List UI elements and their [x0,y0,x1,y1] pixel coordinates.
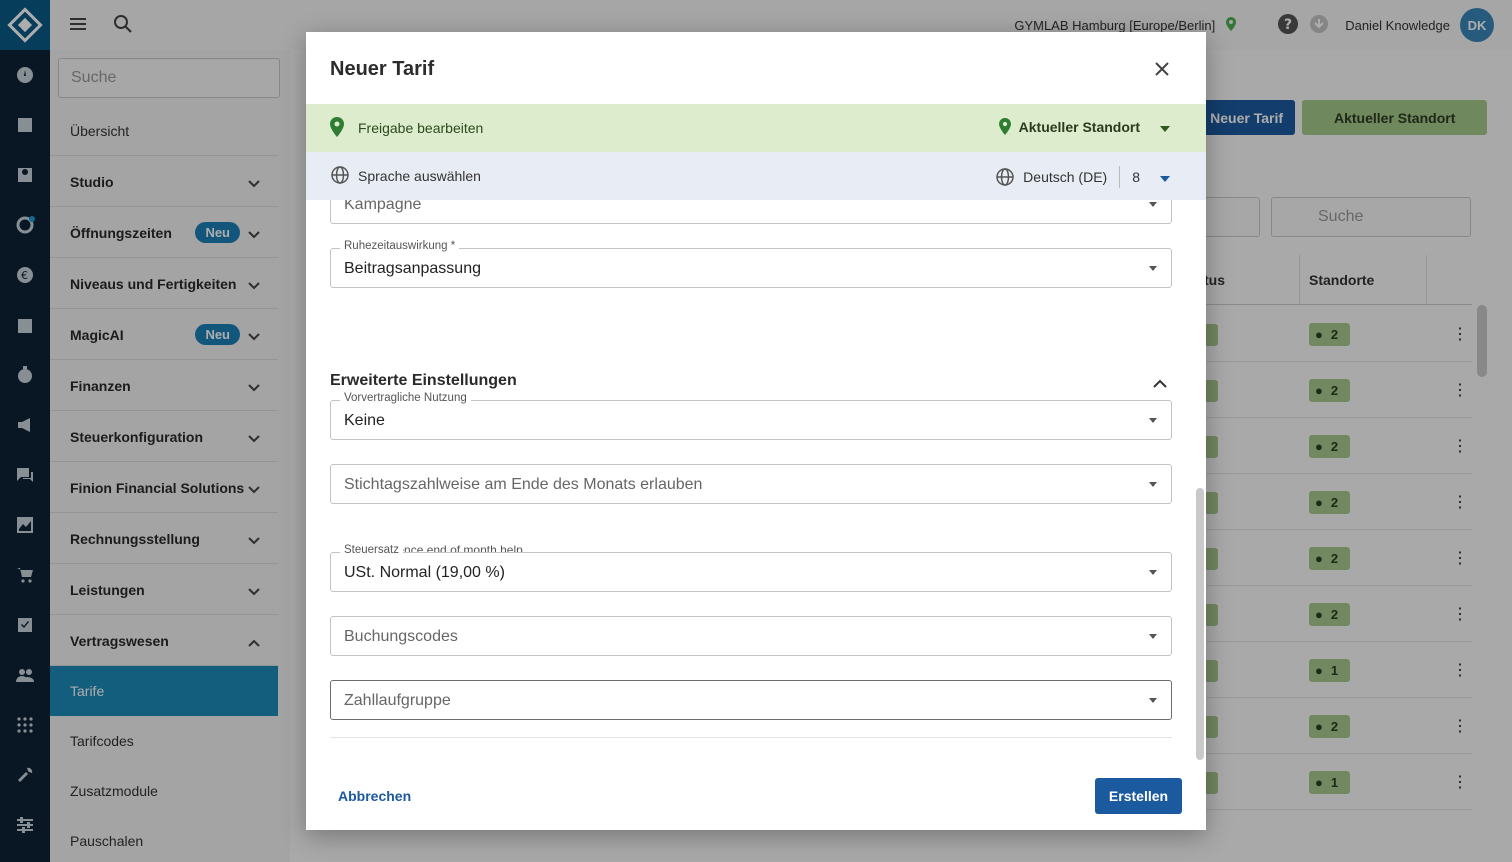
booking-codes-select[interactable]: Buchungscodes [330,616,1172,656]
release-label: Freigabe bearbeiten [358,120,484,136]
payment-run-group-select[interactable]: Zahllaufgruppe [330,680,1172,720]
language-count: 8 [1132,169,1140,185]
language-select[interactable]: Deutsch (DE) 8 [995,166,1170,188]
payment-run-group-placeholder: Zahllaufgruppe [344,692,451,709]
new-rate-dialog: Neuer Tarif Freigabe bearbeiten Aktuelle… [306,32,1206,830]
dropdown-caret-icon [1149,570,1157,575]
dialog-scrollbar[interactable] [1196,488,1204,760]
dropdown-caret-icon [1149,698,1157,703]
advanced-settings-heading[interactable]: Erweiterte Einstellungen [330,372,517,390]
tax-rate-label: Steuersatz [340,544,403,556]
reference-day-placeholder: Stichtagszahlweise am Ende des Monats er… [344,476,703,493]
dropdown-caret-icon [1149,202,1157,207]
dialog-footer: Abbrechen Erstellen [306,767,1206,830]
precontract-usage-value: Keine [344,412,385,429]
globe-icon [996,168,1014,186]
dropdown-caret-icon [1160,119,1170,135]
dropdown-caret-icon [1149,482,1157,487]
dialog-body: Kampagne Ruhezeitauswirkung * Beitragsan… [306,200,1206,767]
dropdown-caret-icon [1149,634,1157,639]
language-value: Deutsch (DE) [1023,169,1108,185]
precontract-usage-label: Vorvertragliche Nutzung [340,392,471,404]
precontract-usage-select[interactable]: Vorvertragliche Nutzung Keine [330,392,1172,440]
dropdown-caret-icon [1149,266,1157,271]
reference-day-select[interactable]: Stichtagszahlweise am Ende des Monats er… [330,464,1172,504]
dropdown-caret-icon [1160,169,1170,185]
separator [1119,166,1121,188]
location-pin-icon [998,118,1011,135]
booking-codes-placeholder: Buchungscodes [344,628,458,645]
release-band: Freigabe bearbeiten Aktueller Standort [306,104,1206,152]
language-band: Sprache auswählen Deutsch (DE) 8 [306,152,1206,200]
dropdown-caret-icon [1149,418,1157,423]
campaign-select[interactable]: Kampagne [330,200,1172,224]
tax-rate-value: USt. Normal (19,00 %) [344,564,505,581]
rest-period-value: Beitragsanpassung [344,260,481,277]
dialog-title: Neuer Tarif [330,58,435,80]
chevron-up-icon[interactable] [1153,375,1167,393]
globe-icon [330,165,350,190]
release-location-select[interactable]: Aktueller Standort [998,118,1170,135]
language-label: Sprache auswählen [358,168,481,184]
close-icon[interactable] [1151,58,1173,80]
tax-rate-select[interactable]: Steuersatz USt. Normal (19,00 %) [330,544,1172,592]
divider [330,737,1172,738]
rest-period-select[interactable]: Ruhezeitauswirkung * Beitragsanpassung [330,240,1172,288]
create-button[interactable]: Erstellen [1095,778,1182,814]
cancel-button[interactable]: Abbrechen [330,778,419,814]
campaign-placeholder: Kampagne [344,200,422,213]
release-location-value: Aktueller Standort [1018,118,1140,135]
rest-period-label: Ruhezeitauswirkung * [340,240,460,252]
location-pin-icon [330,117,344,142]
